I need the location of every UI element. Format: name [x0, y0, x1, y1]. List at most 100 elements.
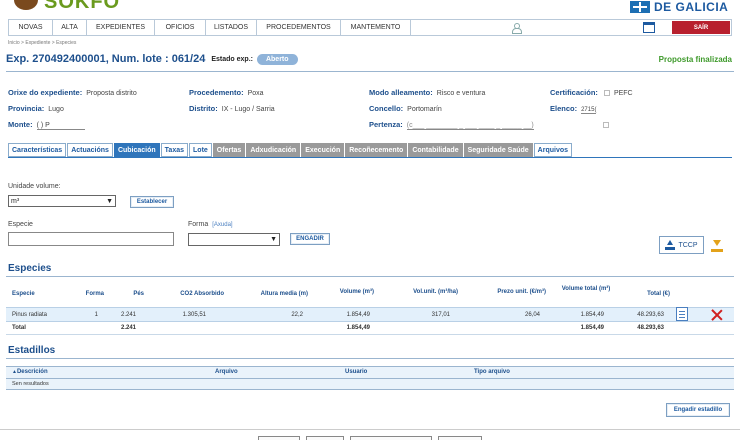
cell-altura: 22,2	[291, 312, 303, 318]
expediente-header: Exp. 270492400001, Num. lote : 061/24 Es…	[6, 53, 734, 65]
menu-item-expedientes[interactable]: EXPEDIENTES	[87, 20, 155, 35]
page-title: Exp. 270492400001, Num. lote : 061/24	[6, 53, 206, 65]
axuda-link[interactable]: [Axuda]	[212, 222, 232, 228]
tccp-label: TCCP	[678, 241, 698, 249]
col-prezo: Prezo unit. (€/m³)	[497, 289, 546, 295]
col-total: Total (€)	[647, 291, 670, 297]
col-usuario: Usuario	[345, 369, 368, 375]
distrito-value: IX - Lugo / Sarria	[221, 106, 275, 113]
tab-adxudicacion: Adxudicación	[246, 143, 301, 157]
pertenza-label: Pertenza:	[369, 120, 403, 129]
upload-icon	[665, 240, 676, 250]
user-icon[interactable]	[511, 22, 522, 34]
monte-value[interactable]: ( ) P	[36, 122, 85, 130]
provincia-value: Lugo	[48, 106, 64, 113]
breadcrumb: Inicio > Expediente > Especies	[8, 40, 77, 46]
especie-input[interactable]	[8, 232, 174, 246]
monte-label: Monte:	[8, 120, 33, 129]
pertenza-field: Pertenza: (c___ ________ _ ___ ____ _ ___…	[369, 120, 534, 130]
footer-button-4[interactable]	[438, 436, 482, 440]
col-forma: Forma	[85, 291, 104, 297]
elenco-checkbox[interactable]	[603, 122, 609, 128]
col-volume: Volume (m³)	[339, 289, 374, 295]
certificacion-checkbox	[603, 90, 610, 97]
monte-field: Monte:( ) P	[8, 120, 85, 130]
orixe-value: Proposta distrito	[86, 90, 137, 97]
total-volume: 1.854,49	[346, 325, 370, 331]
establecer-button[interactable]: Establecer	[130, 196, 174, 208]
engadir-estadillo-button[interactable]: Engadir estadillo	[666, 403, 730, 417]
delete-icon[interactable]	[711, 309, 723, 321]
certificacion-label: Certificación:	[550, 88, 598, 97]
footer-button-1[interactable]	[258, 436, 300, 440]
forma-select[interactable]: ▼	[188, 233, 280, 246]
elenco-label: Elenco:	[550, 104, 578, 113]
download-icon[interactable]	[710, 238, 724, 252]
menu-item-novas[interactable]: NOVAS	[9, 20, 53, 35]
engadir-button[interactable]: ENGADIR	[290, 233, 330, 245]
cell-especie: Pinus radiata	[12, 312, 48, 318]
col-descricion[interactable]: ▲Descrición	[12, 369, 48, 375]
xunta-logo-text: DE GALICIA	[654, 0, 729, 14]
tab-contabilidade: Contabilidade	[408, 143, 463, 157]
tab-actuacions[interactable]: Actuacións	[67, 143, 113, 157]
cell-volume-total: 1.854,49	[580, 312, 604, 318]
certificacion-value: PEFC	[613, 90, 633, 97]
modo-label: Modo alleamento:	[369, 88, 433, 97]
cell-prezo: 26,04	[524, 312, 540, 318]
procedemento-field: Procedemento: Poxa	[189, 88, 264, 97]
col-altura: Altura media (m)	[260, 291, 308, 297]
tab-lote[interactable]: Lote	[189, 143, 212, 157]
calendar-icon[interactable]	[643, 22, 655, 33]
concello-value: Portomarín	[407, 106, 442, 113]
col-descricion-label: Descrición	[16, 369, 48, 375]
col-arquivo: Arquivo	[215, 369, 238, 375]
pertenza-value[interactable]: (c___ ________ _ ___ ____ _ _____ __)	[406, 122, 534, 130]
empty-row	[6, 379, 734, 390]
footer-button-3[interactable]	[350, 436, 432, 440]
tab-execucion: Execución	[301, 143, 345, 157]
menu-item-procedementos[interactable]: PROCEDEMENTOS	[257, 20, 341, 35]
distrito-label: Distrito:	[189, 104, 218, 113]
edit-document-icon[interactable]	[676, 307, 688, 321]
distrito-field: Distrito: IX - Lugo / Sarria	[189, 104, 275, 113]
cell-vol-unit: 317,01	[431, 312, 450, 318]
tab-taxas[interactable]: Taxas	[160, 143, 189, 157]
footer-button-2[interactable]	[306, 436, 344, 440]
proposta-status: Proposta finalizada	[658, 54, 732, 64]
logout-button[interactable]: SAÍR	[672, 21, 730, 34]
chevron-down-icon: ▼	[270, 236, 277, 243]
tab-arquivos[interactable]: Arquivos	[533, 143, 573, 157]
modo-value: Risco e ventura	[436, 90, 486, 97]
empty-message: Sen resultados	[12, 381, 49, 387]
logo-text: SOKFO	[44, 0, 121, 13]
estado-label: Estado exp.:	[211, 55, 253, 63]
total-volume-total: 1.854,49	[580, 325, 604, 331]
user-area	[411, 20, 671, 35]
cell-volume: 1.854,49	[346, 312, 370, 318]
elenco-value[interactable]: 2715(	[581, 107, 597, 114]
unidade-select-value: m³	[11, 197, 20, 205]
provincia-label: Provincia:	[8, 104, 45, 113]
certificacion-field: Certificación: PEFC	[550, 88, 633, 97]
tab-caracteristicas[interactable]: Características	[8, 143, 67, 157]
col-pes: Pés	[133, 291, 144, 297]
cell-forma: 1	[94, 312, 98, 318]
main-menu: NOVAS ALTA EXPEDIENTES OFICIOS LISTADOS …	[8, 19, 732, 36]
total-divider	[6, 334, 734, 335]
forma-label: Forma	[188, 221, 209, 228]
unidade-select[interactable]: m³ ▼	[8, 195, 116, 207]
cell-total: 48.293,63	[637, 312, 664, 318]
tab-bar: Características Actuacións Cubicación Ta…	[8, 143, 573, 157]
elenco-field: Elenco: 2715(	[550, 104, 597, 114]
cell-pes: 2.241	[120, 312, 136, 318]
tccp-button[interactable]: TCCP	[659, 236, 704, 254]
menu-item-oficios[interactable]: OFICIOS	[155, 20, 206, 35]
menu-item-mantemento[interactable]: MANTEMENTO	[341, 20, 411, 35]
tab-reconecemento: Recoñecemento	[345, 143, 408, 157]
tab-cubicacion[interactable]: Cubicación	[113, 143, 160, 157]
xunta-logo: DE GALICIA	[630, 0, 728, 14]
menu-item-alta[interactable]: ALTA	[53, 20, 87, 35]
provincia-field: Provincia: Lugo	[8, 104, 64, 113]
menu-item-listados[interactable]: LISTADOS	[206, 20, 257, 35]
